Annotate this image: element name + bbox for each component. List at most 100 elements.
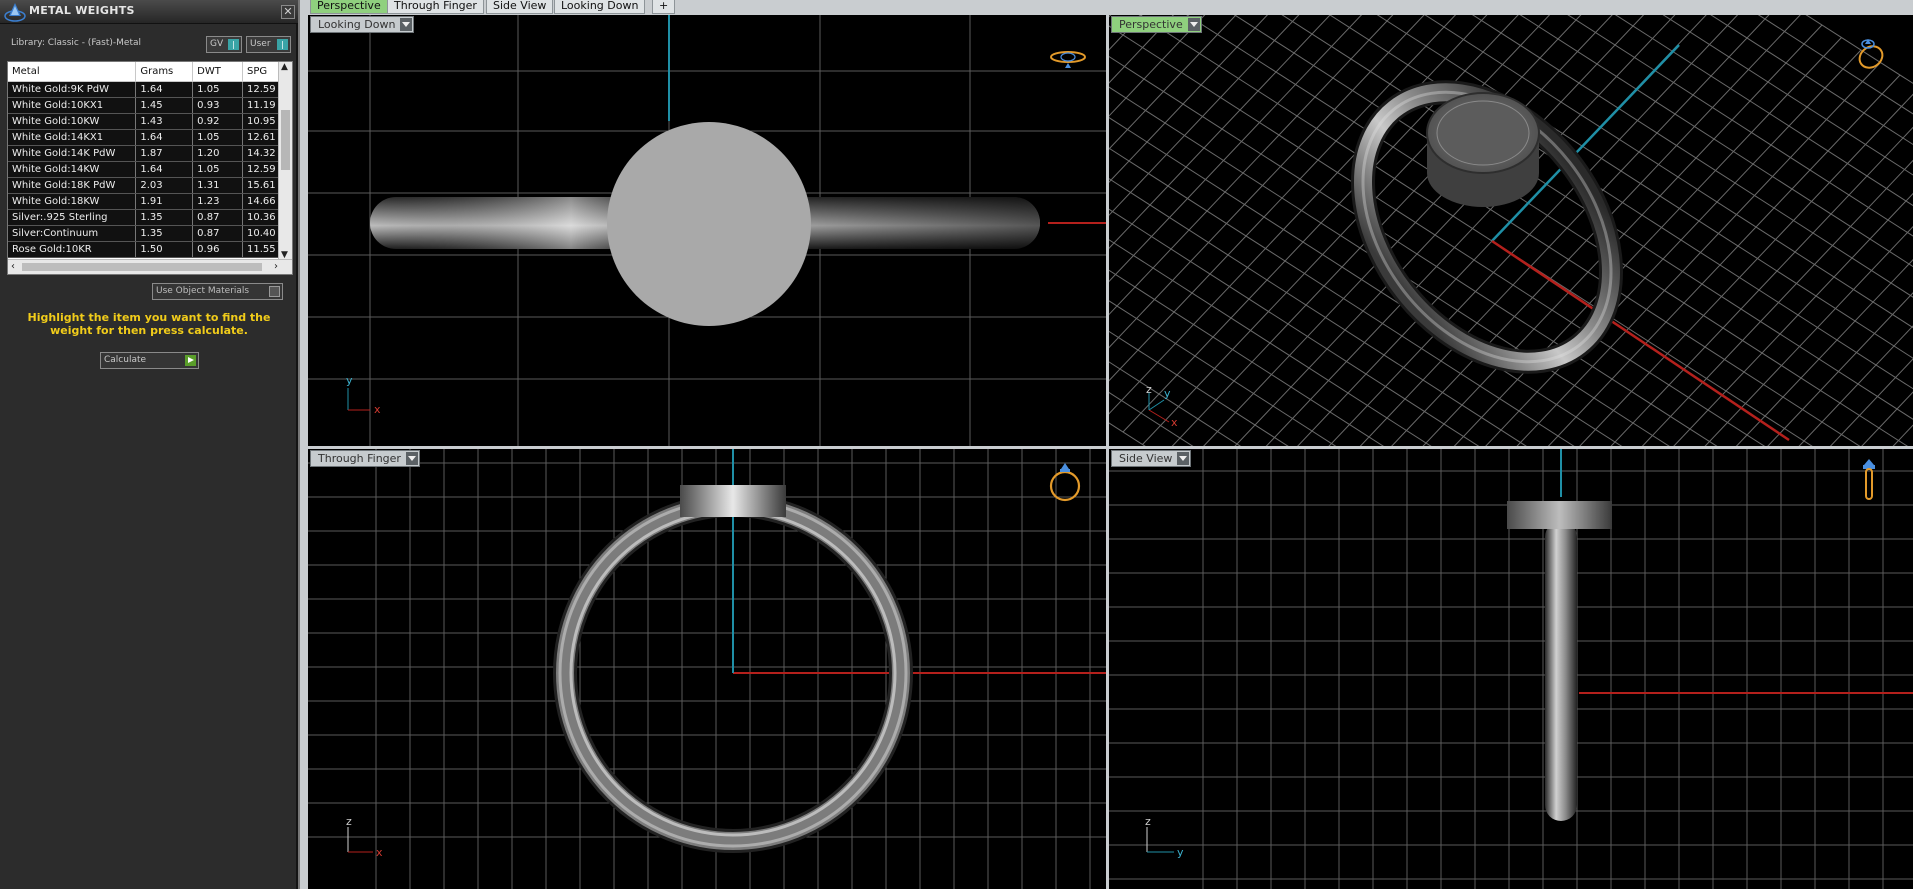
column-header-grams[interactable]: Grams: [135, 62, 194, 82]
cell-grams: 1.43: [135, 113, 194, 130]
ring-orientation-icon[interactable]: [1851, 33, 1891, 73]
cell-grams: 1.35: [135, 209, 194, 226]
cell-metal: White Gold:10KX1: [8, 97, 137, 114]
user-toggle-label: User: [250, 39, 271, 49]
ring-orientation-icon[interactable]: [1048, 45, 1088, 69]
use-object-materials-checkbox[interactable]: Use Object Materials: [152, 283, 283, 300]
chevron-down-icon[interactable]: [1187, 18, 1200, 31]
table-row[interactable]: White Gold:10KX1 1.45 0.93 11.19: [8, 97, 280, 114]
cell-spg: 12.59: [242, 81, 280, 98]
panel-title: METAL WEIGHTS: [29, 4, 135, 17]
chevron-down-icon[interactable]: [400, 18, 413, 31]
cell-grams: 2.03: [135, 177, 194, 194]
table-row[interactable]: Rose Gold:10KR 1.50 0.96 11.55: [8, 241, 280, 258]
column-header-dwt[interactable]: DWT: [192, 62, 243, 82]
table-row[interactable]: White Gold:14KX1 1.64 1.05 12.61: [8, 129, 280, 146]
view-tabbar: Perspective Through Finger Side View Loo…: [300, 0, 1913, 14]
horizontal-scrollbar[interactable]: ‹ ›: [8, 259, 292, 274]
user-toggle[interactable]: User |: [246, 36, 291, 53]
cell-spg: 10.40: [242, 225, 280, 242]
grid-line: [1471, 15, 1913, 298]
scroll-up-icon[interactable]: ▲: [281, 62, 288, 72]
viewport-label-side-view[interactable]: Side View: [1111, 450, 1192, 467]
cell-metal: Silver:Continuum: [8, 225, 137, 242]
hint-text: Highlight the item you want to find the …: [27, 311, 271, 337]
metal-table-container: Metal Grams DWT SPG White Gold:9K PdW 1.6…: [7, 61, 293, 275]
cell-spg: 14.32: [242, 145, 280, 162]
cell-spg: 15.61: [242, 177, 280, 194]
cell-dwt: 0.87: [192, 225, 243, 242]
cell-metal: White Gold:14KW: [8, 161, 137, 178]
viewport-looking-down[interactable]: y x Looking Down: [308, 15, 1106, 446]
table-row[interactable]: White Gold:14K PdW 1.87 1.20 14.32: [8, 145, 280, 162]
axis-indicator-z-label: z: [1146, 383, 1152, 396]
axis-indicator-h-label: x: [374, 403, 381, 416]
table-row[interactable]: White Gold:18KW 1.91 1.23 14.66: [8, 193, 280, 210]
ring-orientation-icon[interactable]: [1857, 457, 1881, 507]
viewport-label-perspective[interactable]: Perspective: [1111, 16, 1202, 33]
grid-line: [1805, 15, 1913, 84]
axis-indicator-h-label: y: [1177, 846, 1184, 859]
perspective-scene: z y x: [1109, 15, 1913, 446]
grid-line: [1109, 55, 1718, 446]
scroll-thumb[interactable]: [281, 110, 290, 170]
cell-grams: 1.64: [135, 81, 194, 98]
scroll-left-icon[interactable]: ‹: [11, 261, 15, 272]
axis-indicator-h-label: x: [376, 846, 383, 859]
toggle-on-icon: |: [277, 39, 288, 50]
grid-line: [1233, 15, 1909, 446]
cell-dwt: 1.31: [192, 177, 243, 194]
chevron-down-icon[interactable]: [1177, 452, 1190, 465]
cell-metal: Rose Gold:10KR: [8, 241, 137, 258]
scroll-right-icon[interactable]: ›: [274, 261, 278, 272]
cell-dwt: 0.92: [192, 113, 243, 130]
add-tab-button[interactable]: +: [652, 0, 676, 14]
panel-header: METAL WEIGHTS ✕: [0, 0, 298, 24]
viewport-side-view[interactable]: z y Side View: [1109, 449, 1913, 889]
cell-spg: 14.66: [242, 193, 280, 210]
cell-spg: 12.61: [242, 129, 280, 146]
table-row[interactable]: Silver:Continuum 1.35 0.87 10.40: [8, 225, 280, 242]
axis-indicator-x-label: x: [1171, 416, 1178, 429]
tab-through-finger[interactable]: Through Finger: [387, 0, 484, 14]
cell-grams: 1.64: [135, 161, 194, 178]
table-row[interactable]: Silver:.925 Sterling 1.35 0.87 10.36: [8, 209, 280, 226]
tab-side-view[interactable]: Side View: [486, 0, 554, 14]
cell-dwt: 0.96: [192, 241, 243, 258]
cell-metal: White Gold:14KX1: [8, 129, 137, 146]
table-row[interactable]: White Gold:9K PdW 1.64 1.05 12.59: [8, 81, 280, 98]
cell-dwt: 0.87: [192, 209, 243, 226]
close-icon[interactable]: ✕: [281, 5, 295, 19]
ring-orientation-icon[interactable]: [1045, 459, 1085, 503]
viewport-through-finger[interactable]: z x Through Finger: [308, 449, 1106, 889]
cell-spg: 12.59: [242, 161, 280, 178]
column-header-metal[interactable]: Metal: [8, 62, 137, 82]
cell-spg: 10.36: [242, 209, 280, 226]
viewport-label-looking-down[interactable]: Looking Down: [310, 16, 415, 33]
calculate-button[interactable]: Calculate: [100, 352, 199, 369]
matrix-logo-icon: [4, 3, 26, 22]
column-header-spg[interactable]: SPG: [242, 62, 280, 82]
viewport-label-through-finger[interactable]: Through Finger: [310, 450, 420, 467]
ring-bezel-profile: [680, 485, 786, 517]
tab-perspective[interactable]: Perspective: [310, 0, 388, 14]
calculate-label: Calculate: [104, 355, 147, 365]
vertical-scrollbar[interactable]: ▲ ▼: [278, 62, 292, 260]
table-row[interactable]: White Gold:14KW 1.64 1.05 12.59: [8, 161, 280, 178]
use-object-materials-label: Use Object Materials: [156, 286, 250, 296]
table-row[interactable]: White Gold:18K PdW 2.03 1.31 15.61: [8, 177, 280, 194]
scroll-thumb[interactable]: [22, 263, 262, 271]
gv-toggle[interactable]: GV |: [206, 36, 242, 53]
cell-metal: White Gold:18K PdW: [8, 177, 137, 194]
viewport-perspective[interactable]: z y x Perspective: [1109, 15, 1913, 446]
chevron-down-icon[interactable]: [405, 452, 418, 465]
table-row[interactable]: White Gold:10KW 1.43 0.92 10.95: [8, 113, 280, 130]
panel-splitter[interactable]: [298, 0, 300, 889]
library-label: Library: Classic - (Fast)-Metal: [11, 38, 142, 48]
cell-dwt: 0.93: [192, 97, 243, 114]
checkbox-icon[interactable]: [269, 286, 280, 297]
axis-indicator-v-label: y: [346, 374, 353, 387]
tab-looking-down[interactable]: Looking Down: [554, 0, 646, 14]
cell-dwt: 1.05: [192, 161, 243, 178]
gv-toggle-label: GV: [210, 39, 224, 49]
